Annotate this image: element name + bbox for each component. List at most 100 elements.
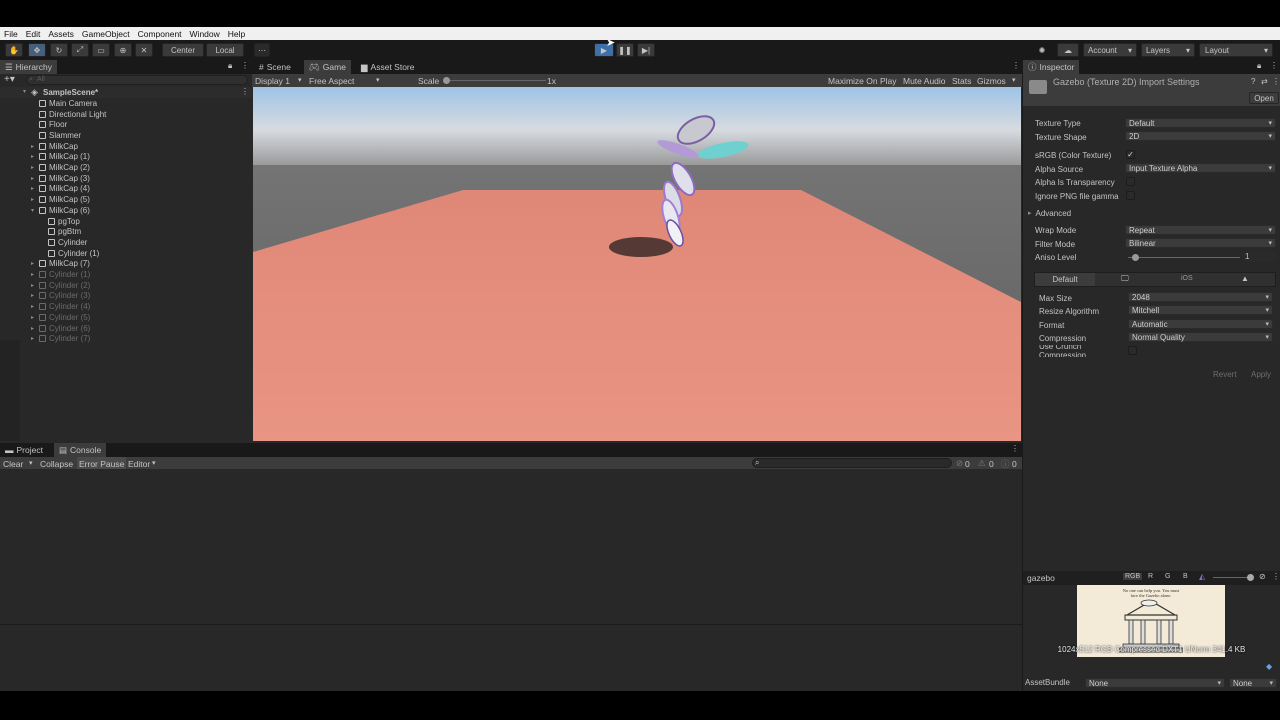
expand-arrow-icon[interactable]: ▸ [31, 143, 39, 150]
aniso-slider-track[interactable] [1128, 257, 1240, 258]
hierarchy-item[interactable]: ▸ Cylinder (4) [31, 301, 90, 312]
move-tool-icon[interactable]: ✥ [28, 43, 46, 57]
scale-slider-track[interactable] [446, 80, 546, 81]
resize-algorithm-dropdown[interactable]: Mitchell [1128, 305, 1273, 315]
preset-icon[interactable]: ⇄ [1261, 77, 1268, 86]
menu-component[interactable]: Component [138, 29, 182, 39]
hierarchy-item[interactable]: pgTop [40, 216, 80, 227]
max-size-dropdown[interactable]: 2048 [1128, 292, 1273, 302]
tab-project[interactable]: ▬ Project [0, 443, 48, 457]
platform-tab-default[interactable]: Default [1035, 273, 1095, 286]
apply-button[interactable]: Apply [1251, 370, 1271, 379]
expand-arrow-icon[interactable]: ▸ [31, 314, 39, 321]
advanced-foldout[interactable]: ▸ Advanced [1028, 207, 1071, 219]
label-tag-icon[interactable]: ◆ [1266, 662, 1272, 671]
custom-tool-icon[interactable]: ✕ [135, 43, 153, 57]
add-icon[interactable]: +▾ [4, 74, 15, 85]
expand-arrow-icon[interactable]: ▸ [31, 153, 39, 160]
tab-game[interactable]: 🎮︎ Game [304, 60, 351, 74]
collapse-toggle[interactable]: Collapse [40, 459, 73, 469]
hierarchy-item[interactable]: ▸ Cylinder (1) [31, 269, 90, 280]
hierarchy-item[interactable]: Cylinder (1) [40, 248, 99, 259]
gizmos-dropdown[interactable]: Gizmos [977, 76, 1006, 86]
alpha-transparency-checkbox[interactable] [1126, 177, 1135, 186]
channel-b[interactable]: B [1183, 573, 1188, 580]
expand-arrow-icon[interactable]: ▸ [31, 185, 39, 192]
channel-g[interactable]: G [1165, 573, 1170, 580]
expand-arrow-icon[interactable]: ▸ [31, 335, 39, 342]
clear-chevron-icon[interactable]: ▾ [29, 459, 33, 467]
hierarchy-item[interactable]: ▸ Cylinder (6) [31, 323, 90, 334]
menu-file[interactable]: File [4, 29, 18, 39]
error-count[interactable]: 0 [965, 459, 970, 469]
filter-mode-dropdown[interactable]: Bilinear [1125, 238, 1276, 248]
layers-dropdown[interactable]: Layers ▾ [1141, 43, 1195, 57]
console-search-input[interactable]: ⌕ [752, 458, 952, 468]
lock-icon[interactable]: 🔒︎ [228, 61, 232, 71]
warning-count[interactable]: 0 [989, 459, 994, 469]
hierarchy-item[interactable]: Cylinder [40, 237, 87, 248]
expand-arrow-icon[interactable]: ▸ [31, 164, 39, 171]
collab-icon[interactable]: ✺ [1033, 43, 1051, 57]
hierarchy-item[interactable]: ▸ Cylinder (7) [31, 333, 90, 344]
tab-asset-store[interactable]: ▆ Asset Store [356, 60, 419, 74]
preview-menu-icon[interactable]: ⋮ [1272, 572, 1280, 581]
layout-dropdown[interactable]: Layout ▾ [1199, 43, 1273, 57]
hierarchy-item[interactable]: pgBtm [40, 226, 81, 237]
tab-hierarchy[interactable]: ☰ Hierarchy [0, 60, 57, 74]
pivot-center-button[interactable]: Center [162, 43, 204, 57]
hierarchy-item[interactable]: ▸ MilkCap (7) [31, 259, 90, 270]
panel-menu-icon[interactable]: ⋮ [241, 61, 249, 70]
ignore-png-checkbox[interactable] [1126, 191, 1135, 200]
revert-button[interactable]: Revert [1213, 370, 1237, 379]
tab-scene[interactable]: # Scene [254, 60, 296, 74]
expand-arrow-icon[interactable]: ▸ [31, 175, 39, 182]
monitor-icon[interactable]: 🖵︎ [1121, 274, 1129, 284]
channel-r[interactable]: R [1148, 573, 1153, 580]
scene-menu-icon[interactable]: ⋮ [241, 87, 249, 96]
srgb-checkbox[interactable]: ✓ [1126, 150, 1135, 159]
pivot-local-button[interactable]: Local [206, 43, 244, 57]
compression-dropdown[interactable]: Normal Quality [1128, 332, 1273, 342]
rotate-tool-icon[interactable]: ↻ [50, 43, 68, 57]
hierarchy-item[interactable]: ▸ MilkCap (3) [31, 173, 90, 184]
rect-tool-icon[interactable]: ▭ [92, 43, 110, 57]
inspector-lock-icon[interactable]: 🔒︎ [1257, 61, 1261, 71]
expand-arrow-icon[interactable]: ▸ [31, 303, 39, 310]
step-button[interactable]: ▶| [637, 43, 655, 57]
expand-arrow-icon[interactable]: ▸ [31, 292, 39, 299]
menu-assets[interactable]: Assets [48, 29, 74, 39]
hierarchy-item[interactable]: ▸ MilkCap (1) [31, 152, 90, 163]
mip-slider-thumb[interactable] [1247, 574, 1254, 581]
scene-row[interactable]: ▾ ◈ SampleScene* ⋮ [0, 87, 252, 98]
inspector-menu-icon[interactable]: ⋮ [1270, 61, 1278, 70]
hierarchy-item[interactable]: ▸ MilkCap (4) [31, 184, 90, 195]
hierarchy-item[interactable]: Directional Light [31, 109, 106, 120]
scale-tool-icon[interactable]: ⤢ [71, 43, 89, 57]
alpha-source-dropdown[interactable]: Input Texture Alpha [1125, 163, 1276, 173]
tab-console[interactable]: ▤ Console [54, 443, 107, 457]
menu-edit[interactable]: Edit [26, 29, 41, 39]
expand-arrow-icon[interactable]: ▸ [31, 260, 39, 267]
hierarchy-item[interactable]: ▾ MilkCap (6) [31, 205, 90, 216]
display-dropdown[interactable]: Display 1 [255, 76, 290, 86]
message-count[interactable]: 0 [1012, 459, 1017, 469]
menu-help[interactable]: Help [228, 29, 245, 39]
channel-rgb[interactable]: RGB [1123, 573, 1143, 580]
editor-dropdown[interactable]: Editor [128, 459, 150, 469]
menu-window[interactable]: Window [190, 29, 220, 39]
scale-slider-thumb[interactable] [443, 77, 450, 84]
wrap-mode-dropdown[interactable]: Repeat [1125, 225, 1276, 235]
pause-button[interactable]: ❚❚ [616, 43, 634, 57]
android-icon[interactable]: ▲ [1241, 274, 1249, 283]
cloud-icon[interactable]: ☁ [1057, 43, 1079, 57]
hierarchy-item[interactable]: ▸ Cylinder (2) [31, 280, 90, 291]
platform-tab-ios[interactable]: iOS [1181, 275, 1193, 282]
hierarchy-item[interactable]: Main Camera [31, 98, 97, 109]
aniso-level-field[interactable]: 1 [1243, 252, 1276, 262]
open-button[interactable]: Open [1249, 92, 1279, 104]
account-dropdown[interactable]: Account ▾ [1083, 43, 1137, 57]
stats-toggle[interactable]: Stats [952, 76, 971, 86]
hierarchy-item[interactable]: Floor [31, 119, 67, 130]
error-pause-toggle[interactable]: Error Pause [77, 457, 127, 469]
